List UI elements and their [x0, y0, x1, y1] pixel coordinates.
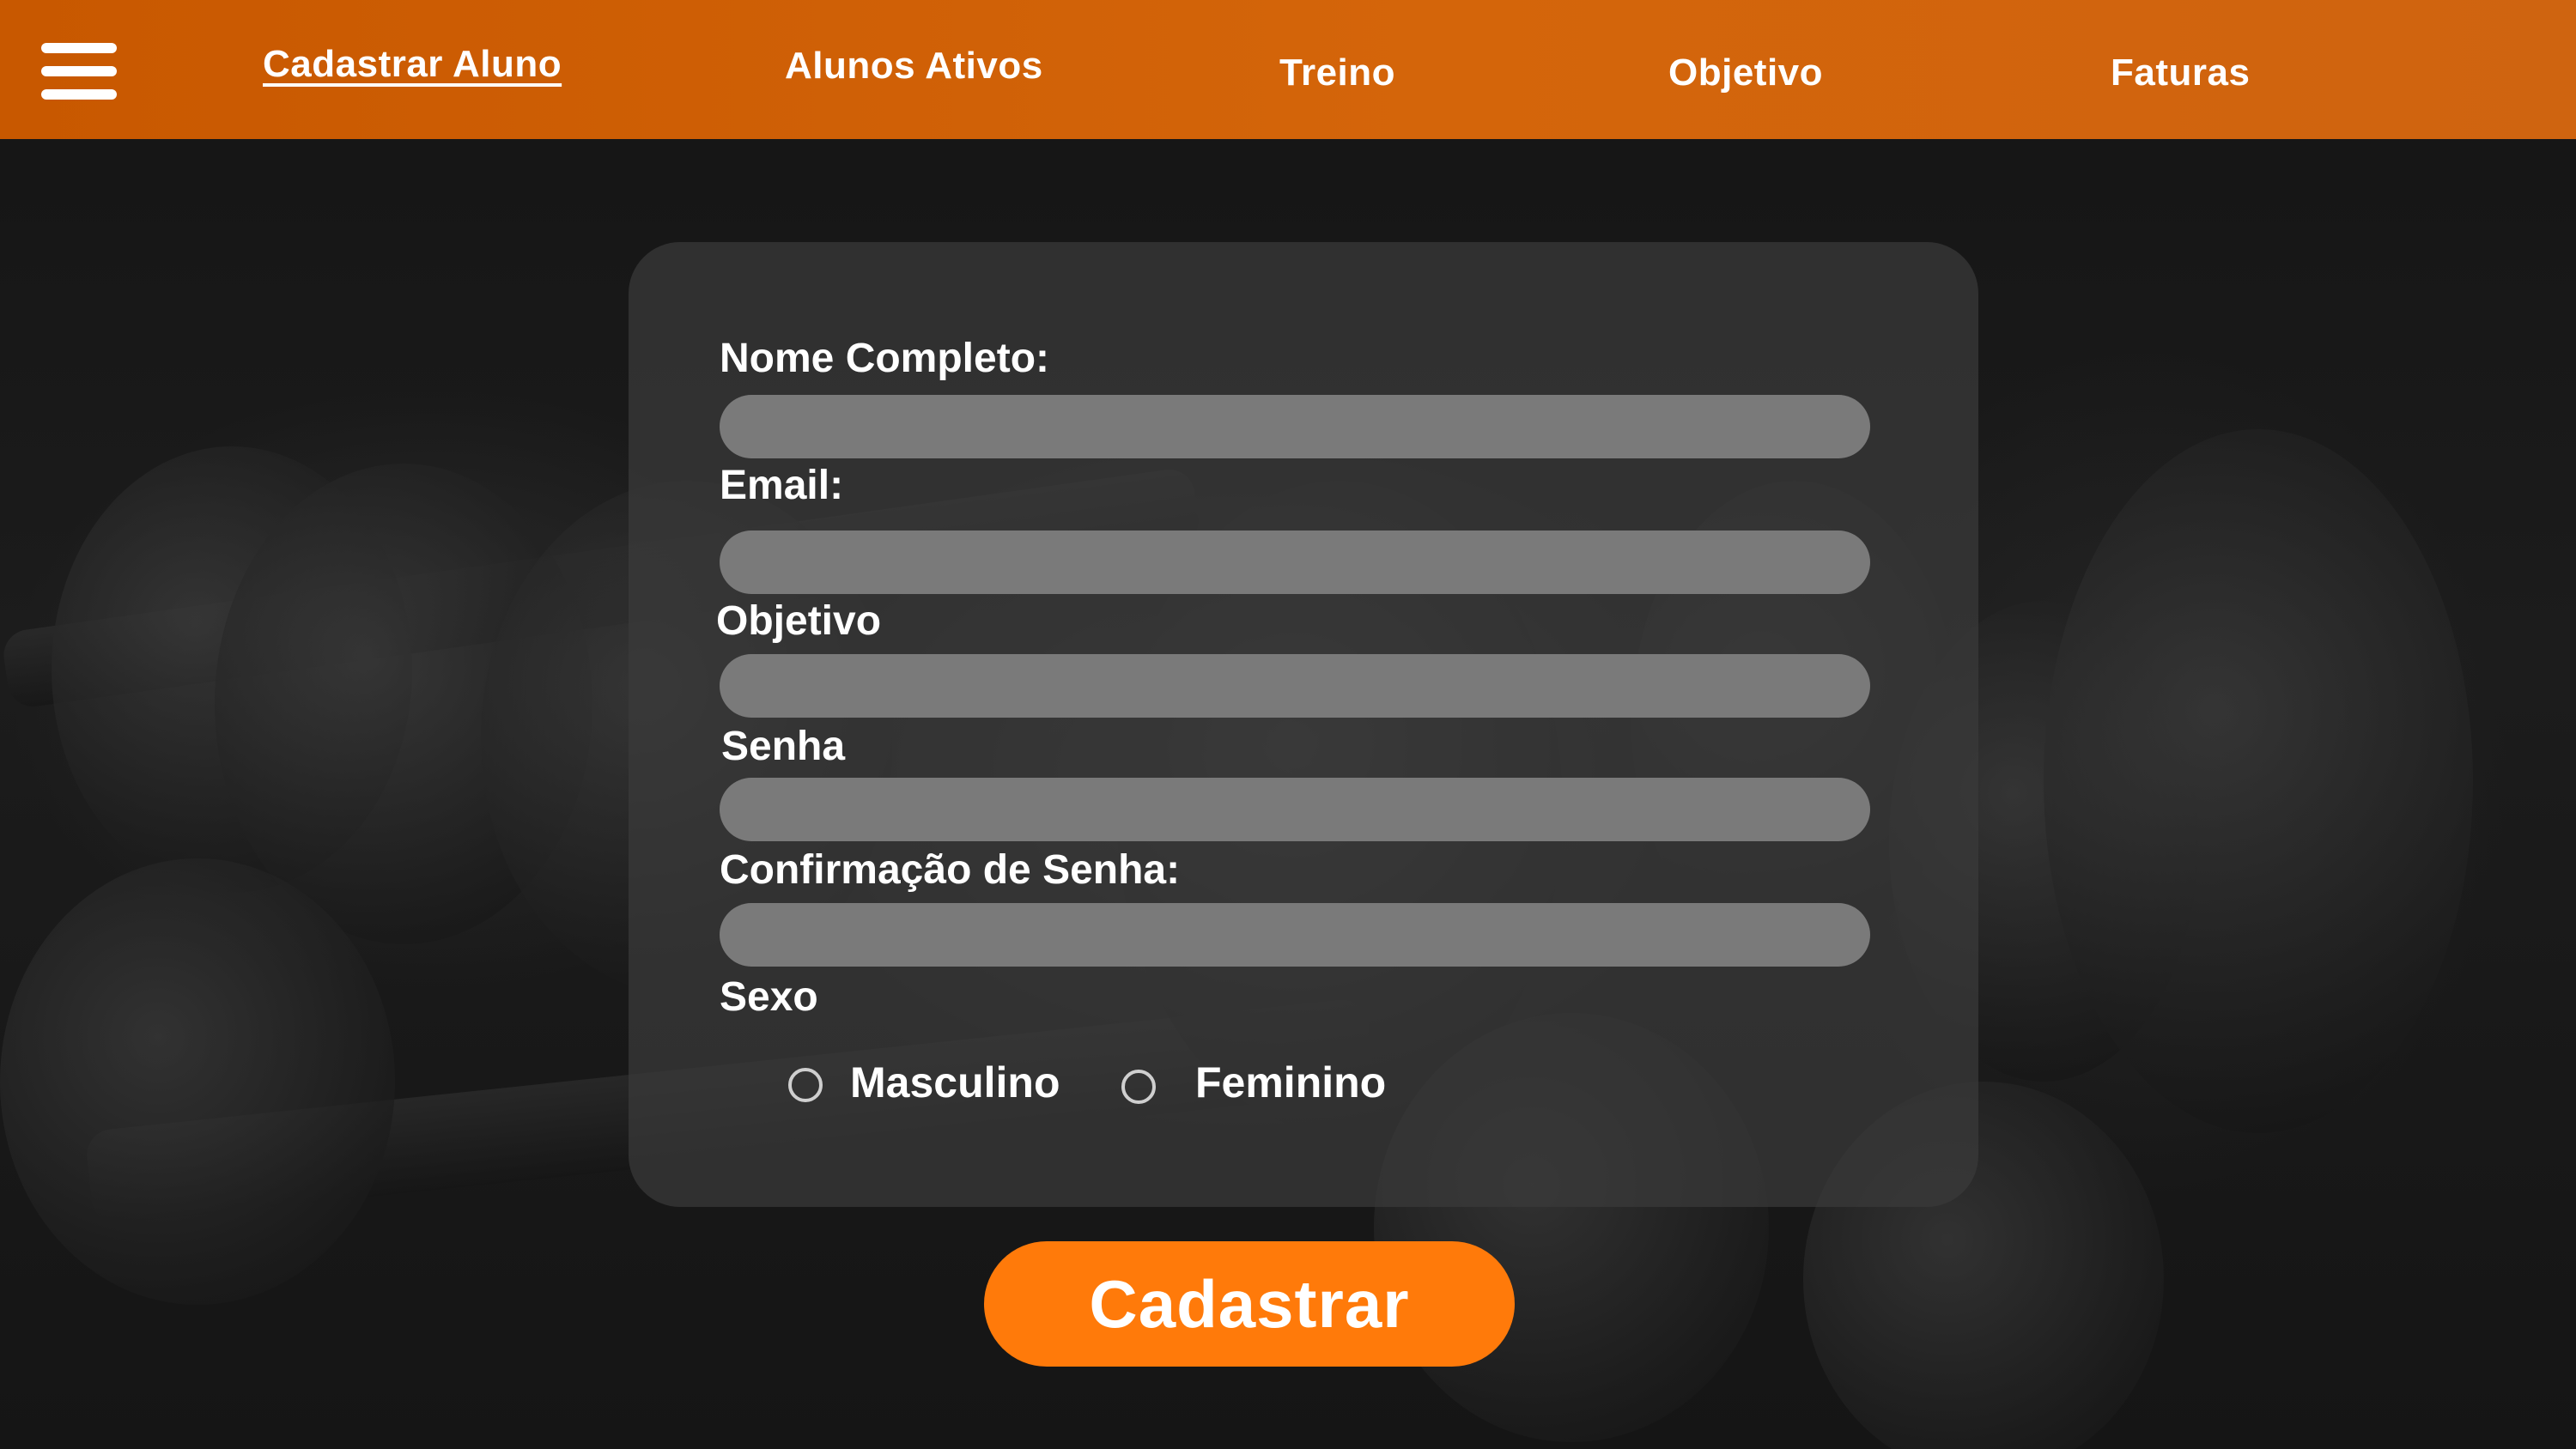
nav-cadastrar-aluno[interactable]: Cadastrar Aluno [263, 43, 562, 86]
nav-treino[interactable]: Treino [1279, 52, 1395, 94]
nome-completo-label: Nome Completo: [720, 336, 1049, 381]
objetivo-input[interactable] [720, 654, 1870, 718]
top-nav-bar: Cadastrar Aluno Alunos Ativos Treino Obj… [0, 0, 2576, 139]
page: Cadastrar Aluno Alunos Ativos Treino Obj… [0, 0, 2576, 1449]
masculino-label[interactable]: Masculino [850, 1058, 1060, 1107]
nome-completo-input[interactable] [720, 395, 1870, 458]
hamburger-menu-icon[interactable] [41, 43, 117, 100]
sexo-label: Sexo [720, 974, 818, 1020]
radio-masculino[interactable] [788, 1068, 823, 1102]
senha-label: Senha [721, 724, 846, 769]
nav-alunos-ativos[interactable]: Alunos Ativos [785, 45, 1043, 88]
cadastrar-button[interactable]: Cadastrar [984, 1241, 1515, 1367]
confirmacao-senha-label: Confirmação de Senha: [720, 847, 1181, 893]
email-input[interactable] [720, 530, 1870, 594]
nav-faturas[interactable]: Faturas [2111, 52, 2250, 94]
email-label: Email: [720, 463, 844, 508]
nav-objetivo[interactable]: Objetivo [1668, 52, 1823, 94]
registration-form: Nome Completo: Email: Objetivo Senha Con… [629, 242, 1978, 1207]
senha-input[interactable] [720, 778, 1870, 841]
radio-feminino[interactable] [1121, 1070, 1156, 1104]
feminino-label[interactable]: Feminino [1195, 1058, 1386, 1107]
objetivo-label: Objetivo [716, 598, 882, 644]
confirmacao-senha-input[interactable] [720, 903, 1870, 967]
